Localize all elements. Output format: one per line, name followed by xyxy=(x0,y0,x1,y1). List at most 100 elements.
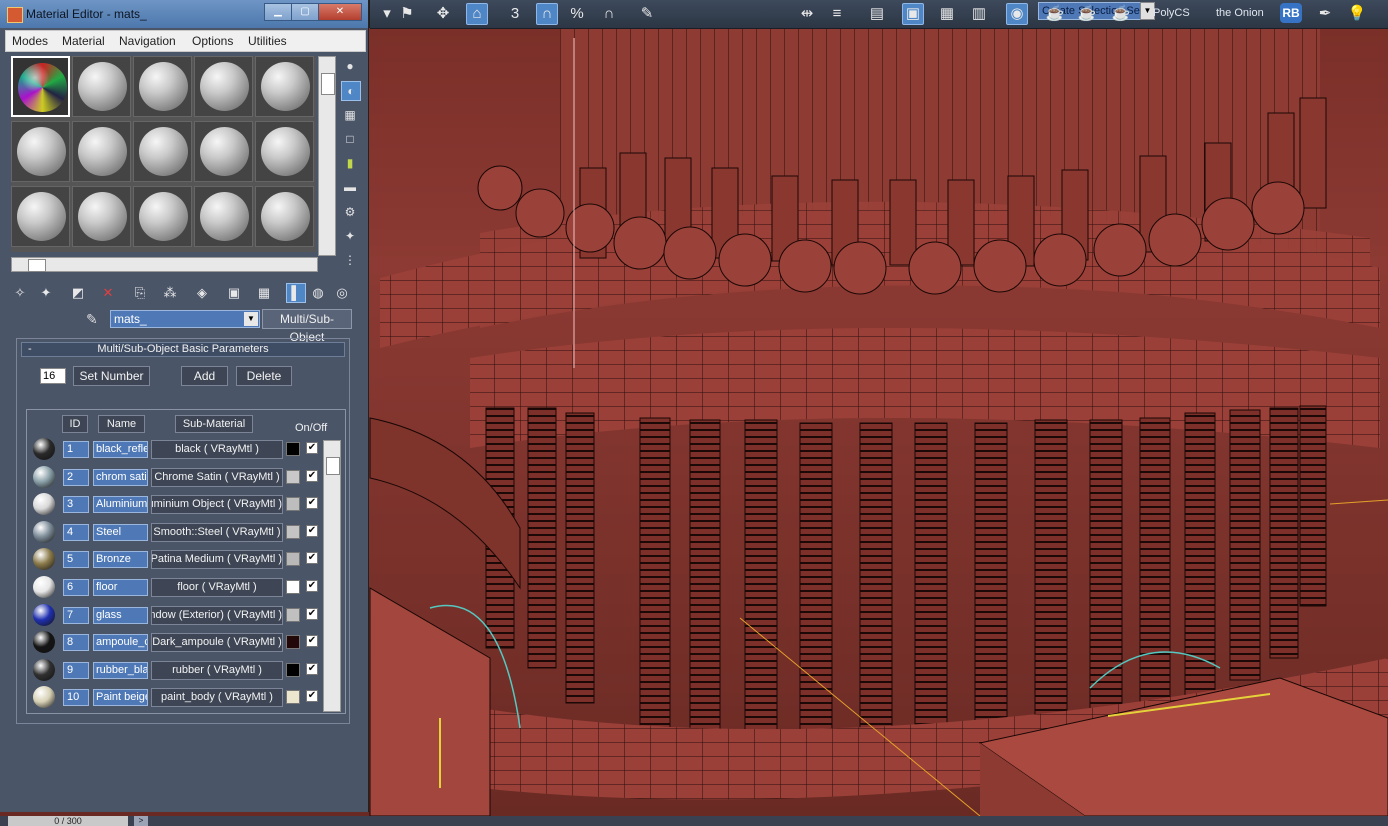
render-setup-icon[interactable]: ▥ xyxy=(968,3,990,25)
script-icon[interactable]: ✒ xyxy=(1314,3,1336,25)
slots-horizontal-scrollbar[interactable] xyxy=(11,257,318,272)
select-by-material-icon[interactable]: ✦ xyxy=(341,227,359,245)
sample-slot[interactable] xyxy=(133,56,192,117)
table-scrollbar[interactable] xyxy=(323,440,341,712)
sub-name-field[interactable]: ampoule_c xyxy=(93,634,148,651)
sample-slot[interactable] xyxy=(255,121,314,182)
title-bar[interactable]: Material Editor - mats_ ▁ ▢ ✕ xyxy=(0,0,368,28)
rollout-header[interactable]: - Multi/Sub-Object Basic Parameters xyxy=(21,342,345,357)
sub-name-field[interactable]: Steel xyxy=(93,524,148,541)
color-swatch[interactable] xyxy=(286,525,300,539)
lightbulb-icon[interactable]: 💡 xyxy=(1346,3,1368,25)
material-editor-icon[interactable]: ◉ xyxy=(1006,3,1028,25)
put-to-library-icon[interactable]: ⁂ xyxy=(160,283,180,303)
on-off-checkbox[interactable]: ✔ xyxy=(306,525,318,537)
material-type-button[interactable]: Multi/Sub-Object xyxy=(262,309,352,344)
sample-slot[interactable] xyxy=(72,186,131,247)
sub-id-field[interactable]: 8 xyxy=(63,634,89,651)
on-off-checkbox[interactable]: ✔ xyxy=(306,442,318,454)
on-off-checkbox[interactable]: ✔ xyxy=(306,690,318,702)
percent-snap-icon[interactable]: % xyxy=(566,3,588,25)
sample-slot[interactable] xyxy=(255,56,314,117)
eyedropper-icon[interactable]: ✎ xyxy=(86,311,104,329)
sub-name-field[interactable]: chrom sati xyxy=(93,469,148,486)
sub-name-field[interactable]: Aluminium xyxy=(93,496,148,513)
sub-id-field[interactable]: 5 xyxy=(63,551,89,568)
sub-material-button[interactable]: paint_body ( VRayMtl ) xyxy=(151,688,283,707)
sample-slot[interactable] xyxy=(194,121,253,182)
sample-slot[interactable] xyxy=(72,56,131,117)
sample-slot[interactable] xyxy=(133,186,192,247)
show-end-result-icon[interactable]: ▦ xyxy=(254,283,274,303)
sub-name-field[interactable]: Bronze xyxy=(93,551,148,568)
go-to-parent-icon[interactable]: ▌ xyxy=(286,283,306,303)
sub-name-field[interactable]: rubber_bla xyxy=(93,662,148,679)
on-off-checkbox[interactable]: ✔ xyxy=(306,608,318,620)
assign-to-selection-icon[interactable]: ◩ xyxy=(68,283,88,303)
layer-manager-icon[interactable]: ▤ xyxy=(866,3,888,25)
sub-material-button[interactable]: Patina Medium ( VRayMtl ) xyxy=(151,550,283,569)
slots-vertical-scrollbar[interactable] xyxy=(318,56,336,256)
sample-slot[interactable] xyxy=(194,186,253,247)
menu-material[interactable]: Material xyxy=(62,34,105,48)
spinner-snap-icon[interactable]: ∩ xyxy=(598,3,620,25)
restore-icon[interactable]: ▢ xyxy=(291,3,319,21)
sample-slot[interactable] xyxy=(194,56,253,117)
show-map-icon[interactable]: ▣ xyxy=(224,283,244,303)
color-swatch[interactable] xyxy=(286,580,300,594)
polycs-label[interactable]: PolyCS xyxy=(1153,7,1190,19)
sample-uv-tiling-icon[interactable]: □ xyxy=(341,130,359,148)
make-preview-icon[interactable]: ▬ xyxy=(341,178,359,196)
sub-id-field[interactable]: 10 xyxy=(63,689,89,706)
render-production-icon[interactable]: ☕ xyxy=(1076,3,1098,25)
angle-snap-icon[interactable]: ∩ xyxy=(536,3,558,25)
sample-type-icon[interactable]: ● xyxy=(341,57,359,75)
material-id-channel-icon[interactable]: ◈ xyxy=(192,283,212,303)
snap-3-icon[interactable]: 3 xyxy=(504,3,526,25)
sub-id-field[interactable]: 1 xyxy=(63,441,89,458)
onion-label[interactable]: the Onion xyxy=(1216,7,1264,19)
color-swatch[interactable] xyxy=(286,608,300,622)
sub-id-field[interactable]: 7 xyxy=(63,607,89,624)
menu-modes[interactable]: Modes xyxy=(12,34,48,48)
sub-material-button[interactable]: black ( VRayMtl ) xyxy=(151,440,283,459)
mirror-icon[interactable]: ⇹ xyxy=(796,3,818,25)
collapse-icon[interactable]: - xyxy=(28,343,32,356)
color-swatch[interactable] xyxy=(286,442,300,456)
sub-id-field[interactable]: 6 xyxy=(63,579,89,596)
sub-material-button[interactable]: Chrome Satin ( VRayMtl ) xyxy=(151,468,283,487)
get-material-icon[interactable]: ✧ xyxy=(10,283,30,303)
background-checker-icon[interactable]: ▦ xyxy=(341,106,359,124)
chevron-down-icon[interactable]: ▼ xyxy=(244,312,258,326)
sub-material-button[interactable]: Aluminium Object ( VRayMtl ) xyxy=(151,495,283,514)
sub-id-field[interactable]: 9 xyxy=(63,662,89,679)
sub-name-field[interactable]: floor xyxy=(93,579,148,596)
reference-coords-icon[interactable]: ⌂ xyxy=(466,3,488,25)
sub-material-button[interactable]: Dark_ampoule ( VRayMtl ) xyxy=(151,633,283,652)
frame-counter[interactable]: 0 / 300 xyxy=(8,816,128,826)
material-name-input[interactable]: mats_ ▼ xyxy=(110,310,260,328)
curve-editor-icon[interactable]: ▦ xyxy=(936,3,958,25)
sample-slot[interactable] xyxy=(133,121,192,182)
put-to-scene-icon[interactable]: ✦ xyxy=(36,283,56,303)
sub-id-field[interactable]: 3 xyxy=(63,496,89,513)
add-button[interactable]: Add xyxy=(181,366,228,386)
on-off-checkbox[interactable]: ✔ xyxy=(306,470,318,482)
reset-map-icon[interactable]: ✕ xyxy=(98,283,118,303)
sub-material-button[interactable]: rubber ( VRayMtl ) xyxy=(151,661,283,680)
sub-name-field[interactable]: black_refle xyxy=(93,441,148,458)
menu-options[interactable]: Options xyxy=(192,34,233,48)
on-off-checkbox[interactable]: ✔ xyxy=(306,580,318,592)
sub-material-button[interactable]: Window (Exterior) ( VRayMtl ) xyxy=(151,606,283,625)
schematic-view-icon[interactable]: ▣ xyxy=(902,3,924,25)
color-swatch[interactable] xyxy=(286,497,300,511)
sample-slot[interactable] xyxy=(11,121,70,182)
rb-button[interactable]: RB xyxy=(1280,3,1302,23)
on-off-checkbox[interactable]: ✔ xyxy=(306,497,318,509)
render-iterative-icon[interactable]: ☕ xyxy=(1110,3,1132,25)
color-swatch[interactable] xyxy=(286,663,300,677)
name-sort-button[interactable]: Name xyxy=(98,415,145,433)
sub-material-button[interactable]: Smooth::Steel ( VRayMtl ) xyxy=(151,523,283,542)
video-color-check-icon[interactable]: ▮ xyxy=(341,154,359,172)
delete-button[interactable]: Delete xyxy=(236,366,292,386)
